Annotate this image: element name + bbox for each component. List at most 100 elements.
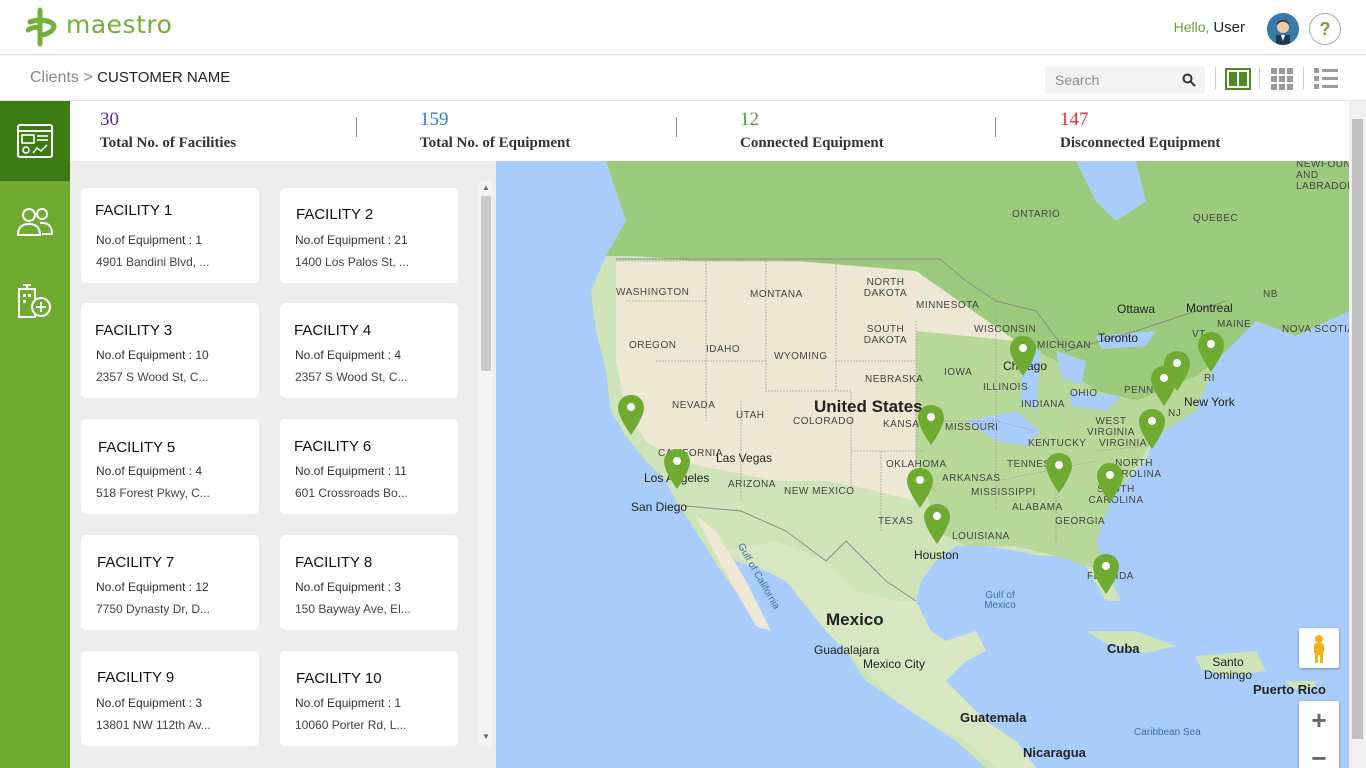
maestro-logo[interactable]: maestro — [26, 6, 172, 48]
nav-users[interactable] — [0, 181, 70, 261]
scroll-up-icon[interactable]: ▲ — [482, 183, 490, 192]
map-label: GEORGIA — [1055, 516, 1106, 527]
facility-equipment-count: No.of Equipment : 10 — [96, 348, 209, 362]
split-view-icon[interactable] — [1225, 66, 1251, 92]
facility-map-marker[interactable] — [1164, 351, 1190, 391]
facility-equipment-count: No.of Equipment : 4 — [96, 464, 203, 478]
map-country: Guatemala — [960, 710, 1027, 725]
facility-name: FACILITY 10 — [296, 670, 382, 687]
facility-map-marker[interactable] — [664, 449, 690, 489]
facility-card[interactable]: FACILITY 9 No.of Equipment : 3 13801 NW … — [81, 651, 259, 746]
help-button[interactable]: ? — [1309, 13, 1341, 45]
facility-map-marker[interactable] — [618, 395, 644, 435]
street-view-pegman[interactable] — [1299, 628, 1339, 668]
breadcrumb-clients-link[interactable]: Clients — [30, 69, 79, 86]
map-label: ILLINOIS — [983, 382, 1029, 393]
stat-disconnected-equipment[interactable]: 147 Disconnected Equipment — [1060, 109, 1220, 152]
facility-equipment-count: No.of Equipment : 1 — [96, 233, 203, 247]
facility-card[interactable]: FACILITY 7 No.of Equipment : 12 7750 Dyn… — [81, 535, 259, 630]
map-label: MINNESOTA — [916, 300, 980, 311]
map-zoom-controls: + − — [1299, 701, 1339, 768]
facility-map-marker[interactable] — [1097, 463, 1123, 503]
avatar[interactable] — [1267, 13, 1299, 45]
facility-map-marker[interactable] — [1093, 554, 1119, 594]
map-country: Puerto Rico — [1253, 682, 1326, 697]
facility-card[interactable]: FACILITY 6 No.of Equipment : 11 601 Cros… — [280, 419, 458, 514]
map-label: COLORADO — [793, 416, 855, 427]
stat-divider — [676, 117, 677, 137]
facility-card[interactable]: FACILITY 4 No.of Equipment : 4 2357 S Wo… — [280, 303, 458, 398]
facility-map-marker[interactable] — [918, 405, 944, 445]
facility-name: FACILITY 2 — [296, 206, 374, 223]
nav-add-facility[interactable] — [0, 261, 70, 341]
facility-card[interactable]: FACILITY 8 No.of Equipment : 3 150 Baywa… — [280, 535, 458, 630]
facility-name: FACILITY 5 — [98, 439, 176, 456]
map-water-label: Caribbean Sea — [1134, 727, 1201, 738]
map-label: MISSISSIPPI — [971, 487, 1036, 498]
toolbar: Clients > CUSTOMER NAME — [0, 56, 1366, 101]
facility-map-marker[interactable] — [907, 468, 933, 508]
facility-map-marker[interactable] — [1010, 336, 1036, 376]
map-city: Houston — [914, 548, 959, 562]
facility-map-marker[interactable] — [924, 504, 950, 544]
list-view-icon[interactable] — [1313, 66, 1339, 92]
map-label: OHIO — [1070, 388, 1098, 399]
facility-list: FACILITY 1 No.of Equipment : 1 4901 Band… — [70, 161, 496, 768]
list-scrollbar-thumb[interactable] — [481, 196, 491, 371]
facility-map-marker[interactable] — [1046, 453, 1072, 493]
map-city: San Diego — [631, 500, 688, 514]
search-icon[interactable] — [1182, 73, 1196, 87]
facility-address: 1400 Los Palos St, ... — [295, 255, 410, 269]
facility-address: 10060 Porter Rd, L... — [295, 718, 407, 732]
facility-address: 4901 Bandini Blvd, ... — [96, 255, 210, 269]
map-label: MISSOURI — [945, 422, 999, 433]
map-label: WASHINGTON — [616, 287, 690, 298]
map-label: NEVADA — [672, 400, 716, 411]
map-city: Guadalajara — [814, 643, 880, 657]
facility-card[interactable]: FACILITY 1 No.of Equipment : 1 4901 Band… — [81, 188, 259, 283]
facility-address: 601 Crossroads Bo... — [295, 486, 408, 500]
map-label: IDAHO — [706, 344, 741, 355]
facility-name: FACILITY 7 — [97, 554, 175, 571]
divider — [1215, 67, 1216, 89]
map-label: NEWFOUNDLAND AND LABRADOR — [1296, 161, 1349, 192]
side-nav — [0, 101, 70, 768]
zoom-in-button[interactable]: + — [1299, 701, 1339, 739]
map-country: United States — [814, 397, 923, 416]
map-label: WEST VIRGINIA — [1087, 416, 1135, 438]
zoom-out-button[interactable]: − — [1299, 739, 1339, 768]
facility-equipment-count: No.of Equipment : 1 — [295, 696, 402, 710]
map-label: QUEBEC — [1193, 213, 1239, 224]
stat-connected-equipment[interactable]: 12 Connected Equipment — [740, 109, 884, 152]
facility-equipment-count: No.of Equipment : 21 — [295, 233, 408, 247]
facility-map-marker[interactable] — [1139, 409, 1165, 449]
search-input[interactable] — [1045, 66, 1175, 94]
map-label: ARKANSAS — [942, 473, 1001, 484]
stat-label: Connected Equipment — [740, 135, 884, 151]
map-label: WISCONSIN — [974, 324, 1037, 335]
facility-map[interactable]: WASHINGTON OREGON IDAHO MONTANA WYOMING … — [496, 161, 1349, 768]
stat-total-facilities[interactable]: 30 Total No. of Facilities — [100, 109, 236, 152]
map-label: TEXAS — [878, 516, 914, 527]
stat-value: 12 — [740, 109, 759, 130]
facility-equipment-count: No.of Equipment : 12 — [96, 580, 209, 594]
brand-name: maestro — [66, 9, 173, 39]
user-avatar-icon — [1267, 13, 1299, 45]
facility-card[interactable]: FACILITY 5 No.of Equipment : 4 518 Fores… — [81, 419, 259, 514]
map-label: KENTUCKY — [1028, 438, 1087, 449]
facility-card[interactable]: FACILITY 3 No.of Equipment : 10 2357 S W… — [81, 303, 259, 398]
map-label: SOUTH DAKOTA — [863, 324, 908, 346]
facility-equipment-count: No.of Equipment : 11 — [295, 464, 407, 478]
facility-name: FACILITY 3 — [95, 322, 173, 339]
facility-map-marker[interactable] — [1198, 332, 1224, 372]
facility-card[interactable]: FACILITY 2 No.of Equipment : 21 1400 Los… — [280, 188, 458, 283]
facility-card[interactable]: FACILITY 10 No.of Equipment : 1 10060 Po… — [280, 651, 458, 746]
stat-value: 147 — [1060, 109, 1089, 130]
stat-total-equipment[interactable]: 159 Total No. of Equipment — [420, 109, 570, 152]
nav-dashboard[interactable] — [0, 101, 70, 181]
grid-view-icon[interactable] — [1269, 66, 1295, 92]
page-scrollbar-thumb[interactable] — [1352, 119, 1363, 739]
map-water-label: Gulf of Mexico — [984, 590, 1016, 611]
scroll-down-icon[interactable]: ▼ — [482, 732, 490, 741]
page-scrollbar[interactable] — [1349, 101, 1366, 768]
